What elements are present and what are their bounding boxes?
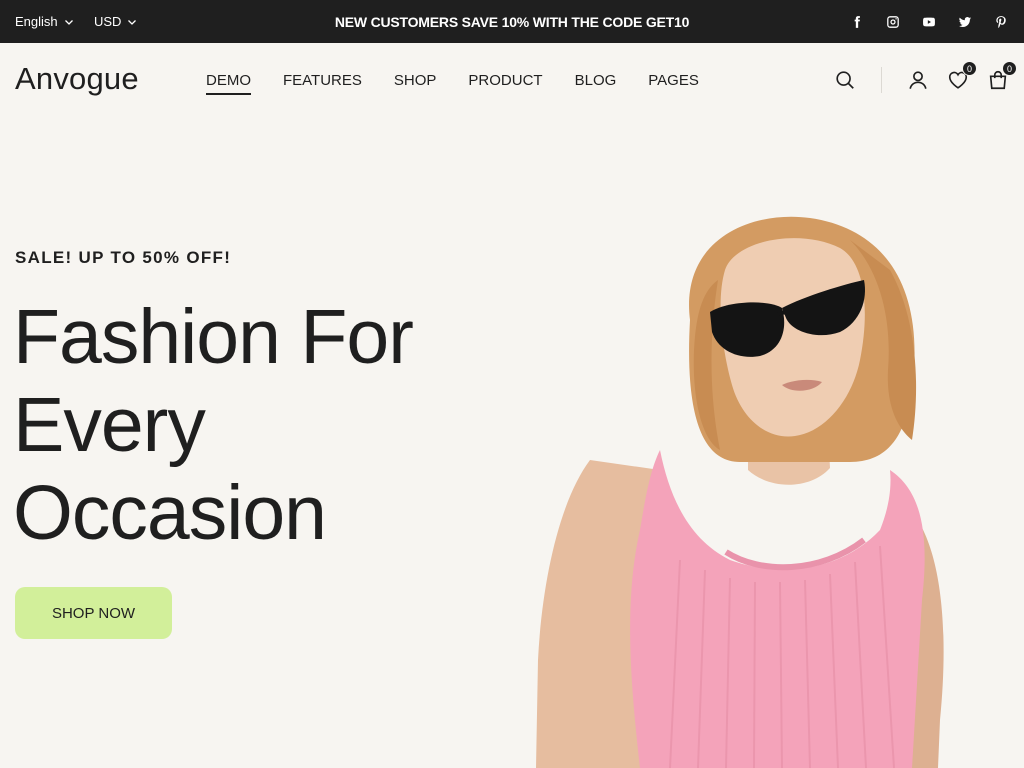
heart-icon[interactable]: 0 [946,61,977,92]
model-illustration [536,216,944,768]
nav-item-shop[interactable]: SHOP [394,68,437,93]
header-divider [881,67,882,93]
instagram-icon[interactable] [885,14,901,30]
language-label: English [15,14,58,29]
facebook-icon[interactable] [849,14,865,30]
nav-item-demo[interactable]: DEMO [206,68,251,95]
nav-item-features[interactable]: FEATURES [283,68,362,93]
user-icon[interactable] [906,68,930,92]
nav-item-pages[interactable]: PAGES [648,68,699,93]
hero-title-line: Fashion For [13,294,414,380]
currency-label: USD [94,14,122,29]
chevron-down-icon [128,19,137,25]
social-links [849,0,1009,43]
nav-item-blog[interactable]: BLOG [575,68,617,93]
youtube-icon[interactable] [921,14,937,30]
currency-selector[interactable]: USD [94,0,137,43]
hero-title-line: Every [13,382,206,468]
shop-now-button[interactable]: SHOP NOW [15,587,172,639]
chevron-down-icon [64,19,73,25]
cart-icon[interactable]: 0 [986,61,1017,92]
main-nav: DEMO FEATURES SHOP PRODUCT BLOG PAGES [206,43,699,117]
language-selector[interactable]: English [15,0,74,43]
site-header: Anvogue DEMO FEATURES SHOP PRODUCT BLOG … [0,43,1024,117]
announcement-bar: English USD NEW CUSTOMERS SAVE 10% WITH … [0,0,1024,43]
wishlist-count-badge: 0 [962,61,977,76]
twitter-icon[interactable] [957,14,973,30]
hero-model-image [520,200,1024,768]
hero-sale-text: SALE! UP TO 50% OFF! [15,248,232,267]
search-icon[interactable] [833,68,857,92]
hero-title-line: Occasion [13,470,327,556]
header-actions: 0 0 [833,43,1017,117]
cart-count-badge: 0 [1002,61,1017,76]
site-logo[interactable]: Anvogue [15,61,139,97]
hero-title: Fashion For Every Occasion [13,293,493,557]
pinterest-icon[interactable] [993,14,1009,30]
nav-item-product[interactable]: PRODUCT [468,68,542,93]
